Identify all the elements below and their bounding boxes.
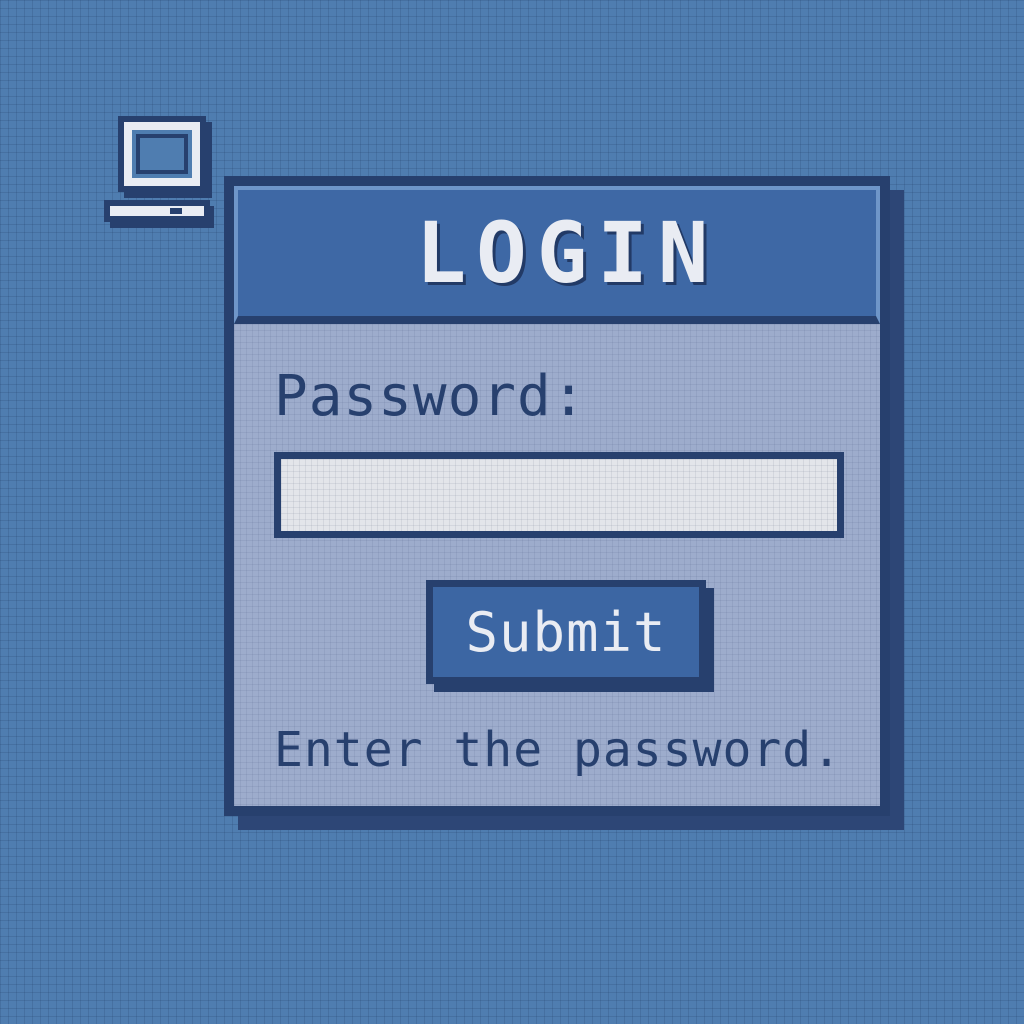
submit-button[interactable]: Submit bbox=[426, 580, 706, 684]
title-bar: LOGIN bbox=[234, 186, 880, 324]
login-window: LOGIN Password: Submit Enter the passwor… bbox=[224, 176, 890, 816]
window-title: LOGIN bbox=[415, 204, 719, 302]
hint-text: Enter the password. bbox=[274, 722, 843, 778]
computer-icon[interactable] bbox=[104, 116, 214, 228]
password-label: Password: bbox=[274, 364, 587, 429]
password-field[interactable] bbox=[274, 452, 844, 538]
